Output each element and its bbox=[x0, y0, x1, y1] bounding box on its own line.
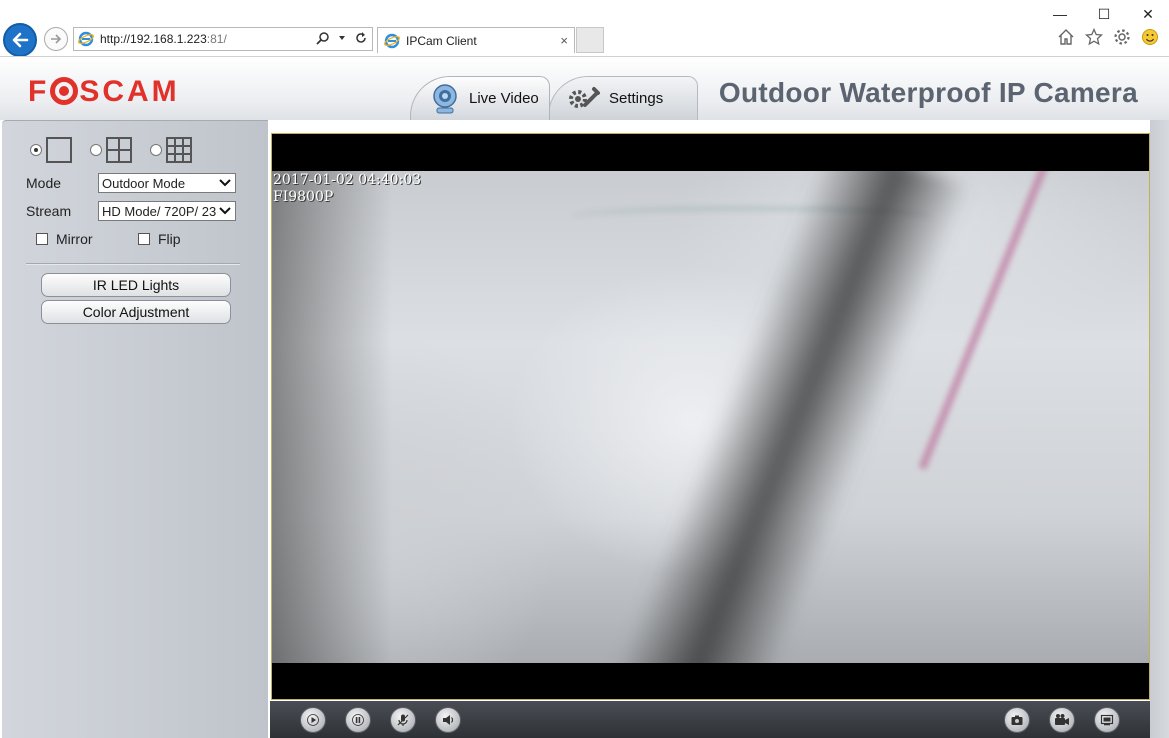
flip-option[interactable]: Flip bbox=[138, 231, 181, 247]
video-control-bar bbox=[270, 701, 1150, 738]
address-bar[interactable]: http://192.168.1.223:81/ bbox=[73, 27, 373, 51]
mirror-option[interactable]: Mirror bbox=[36, 231, 138, 247]
chevron-down-icon bbox=[219, 179, 231, 187]
logo-o-icon bbox=[50, 77, 79, 105]
snapshot-button[interactable] bbox=[1004, 707, 1030, 733]
osd-timestamp: 2017-01-02 04:40:03 bbox=[273, 172, 422, 188]
play-icon bbox=[307, 714, 319, 726]
tab-label: Settings bbox=[609, 90, 664, 107]
layout-option-2x2[interactable] bbox=[90, 137, 132, 163]
window-controls: — ☐ ✕ bbox=[1051, 6, 1157, 23]
layout-selector bbox=[30, 137, 192, 163]
left-control-panel: Mode Outdoor Mode Stream HD Mode/ 720P/ … bbox=[2, 120, 268, 738]
flip-label: Flip bbox=[158, 231, 181, 247]
nine-view-icon bbox=[166, 137, 192, 163]
orientation-options: Mirror Flip bbox=[36, 231, 181, 247]
live-video-frame[interactable]: 2017-01-02 04:40:03 FI9800P bbox=[271, 133, 1150, 700]
dropdown-arrow-icon[interactable] bbox=[338, 34, 346, 42]
forward-arrow-icon bbox=[51, 34, 62, 44]
layout-option-1x1[interactable] bbox=[30, 137, 72, 163]
radio-button[interactable] bbox=[30, 144, 42, 156]
snapshot-icon bbox=[1011, 715, 1023, 725]
microphone-button[interactable] bbox=[390, 707, 416, 733]
home-icon[interactable] bbox=[1057, 28, 1075, 46]
speaker-button[interactable] bbox=[435, 707, 461, 733]
camera-feed bbox=[272, 171, 1149, 663]
panel-divider bbox=[26, 263, 240, 265]
tab-close-icon[interactable]: × bbox=[560, 33, 568, 48]
radio-button[interactable] bbox=[150, 144, 162, 156]
radio-button[interactable] bbox=[90, 144, 102, 156]
gear-icon[interactable] bbox=[1113, 28, 1131, 46]
mode-label: Mode bbox=[26, 175, 62, 191]
pause-button[interactable] bbox=[345, 707, 371, 733]
record-icon bbox=[1055, 714, 1069, 725]
foscam-logo: F SCAM bbox=[28, 75, 180, 108]
webcam-icon bbox=[433, 83, 457, 113]
single-view-icon bbox=[46, 137, 72, 163]
back-button[interactable] bbox=[3, 23, 37, 57]
layout-option-3x3[interactable] bbox=[150, 137, 192, 163]
mirror-label: Mirror bbox=[56, 231, 93, 247]
speaker-icon bbox=[443, 715, 454, 725]
favorites-star-icon[interactable] bbox=[1085, 28, 1103, 46]
ie-logo-icon bbox=[78, 31, 94, 47]
stream-label: Stream bbox=[26, 203, 72, 219]
color-adjustment-button[interactable]: Color Adjustment bbox=[41, 300, 231, 324]
page-title: Outdoor Waterproof IP Camera bbox=[718, 77, 1138, 108]
fullscreen-icon bbox=[1100, 714, 1114, 726]
chevron-down-icon bbox=[219, 207, 231, 215]
record-button[interactable] bbox=[1049, 707, 1075, 733]
search-icon[interactable] bbox=[316, 31, 330, 45]
ir-led-lights-button[interactable]: IR LED Lights bbox=[41, 273, 231, 297]
osd-model: FI9800P bbox=[273, 189, 334, 205]
mode-select[interactable]: Outdoor Mode bbox=[98, 173, 236, 193]
tab-label: Live Video bbox=[469, 90, 539, 107]
flip-checkbox[interactable] bbox=[138, 233, 150, 245]
close-window-button[interactable]: ✕ bbox=[1139, 6, 1157, 23]
refresh-icon[interactable] bbox=[354, 31, 368, 45]
wrench-gear-icon bbox=[569, 86, 600, 108]
stream-select[interactable]: HD Mode/ 720P/ 23 bbox=[98, 201, 236, 221]
tab-settings[interactable]: Settings bbox=[548, 76, 698, 120]
minimize-button[interactable]: — bbox=[1051, 6, 1069, 23]
quad-view-icon bbox=[106, 137, 132, 163]
pause-icon bbox=[352, 714, 364, 726]
browser-toolbar: http://192.168.1.223:81/ IPCam Client × bbox=[0, 22, 1169, 57]
microphone-icon bbox=[397, 714, 409, 726]
url-text: http://192.168.1.223:81/ bbox=[100, 32, 227, 46]
stream-row: Stream HD Mode/ 720P/ 23 bbox=[26, 201, 236, 221]
forward-button[interactable] bbox=[44, 27, 68, 51]
tab-title: IPCam Client bbox=[406, 33, 477, 48]
tab-live-video[interactable]: Live Video bbox=[410, 76, 550, 120]
browser-tab[interactable]: IPCam Client × bbox=[377, 27, 575, 53]
back-arrow-icon bbox=[12, 32, 29, 48]
right-margin bbox=[1150, 120, 1169, 738]
ie-logo-icon bbox=[384, 33, 400, 48]
mirror-checkbox[interactable] bbox=[36, 233, 48, 245]
maximize-button[interactable]: ☐ bbox=[1095, 6, 1113, 23]
new-tab-button[interactable] bbox=[576, 27, 604, 53]
fullscreen-button[interactable] bbox=[1094, 707, 1120, 733]
smiley-feedback-icon[interactable] bbox=[1141, 28, 1159, 46]
mode-row: Mode Outdoor Mode bbox=[26, 173, 236, 193]
page-header: F SCAM Live Video Settings Outdoor Waterp… bbox=[0, 57, 1169, 120]
play-button[interactable] bbox=[300, 707, 326, 733]
